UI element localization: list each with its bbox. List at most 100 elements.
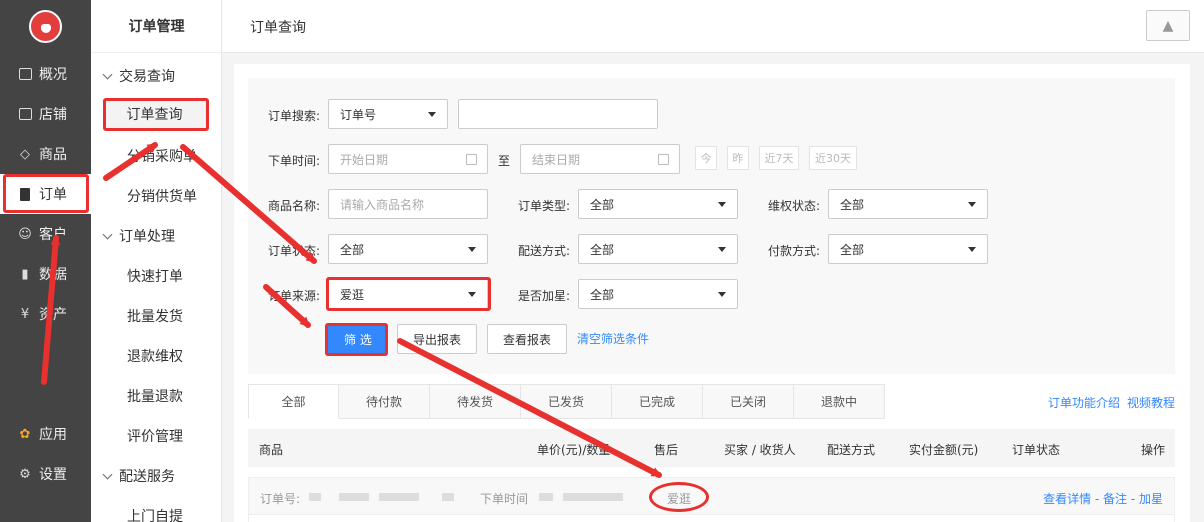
- order-type-select[interactable]: 全部: [578, 189, 738, 219]
- caret-down-icon: [968, 202, 976, 207]
- tab-shipped[interactable]: 已发货: [521, 384, 612, 419]
- tab-all[interactable]: 全部: [248, 384, 339, 419]
- logo-icon[interactable]: [29, 10, 62, 43]
- chevron-down-icon: [102, 469, 113, 479]
- sidebar-item-data[interactable]: ▮ 数据: [0, 254, 91, 294]
- redacted-order-no: [309, 493, 321, 501]
- col-goods: 商品: [259, 443, 284, 457]
- subnav-item-dist-supply[interactable]: 分销供货单: [127, 186, 197, 206]
- source-label: 订单来源:: [268, 289, 321, 303]
- main-sidebar: 概况 店铺 ◇ 商品 订单 ☺ 客户 ▮ 数据 ¥ 资产 ✿ 应用 ⚙ 设置: [0, 0, 91, 522]
- sidebar-item-orders[interactable]: 订单: [0, 174, 91, 214]
- type-label: 订单类型:: [518, 199, 571, 213]
- subnav-group-delivery[interactable]: 配送服务: [102, 466, 175, 486]
- order-no-label: 订单号:: [260, 492, 301, 506]
- time-label: 下单时间:: [268, 154, 321, 168]
- sidebar-item-goods[interactable]: ◇ 商品: [0, 134, 91, 174]
- redacted-order-no: [442, 493, 454, 501]
- tab-completed[interactable]: 已完成: [612, 384, 703, 419]
- subnav-item-reviews[interactable]: 评价管理: [127, 426, 183, 446]
- video-tutorial-link[interactable]: 视频教程: [1127, 394, 1175, 411]
- store-icon: [17, 106, 33, 122]
- search-type-select[interactable]: 订单号: [328, 99, 448, 129]
- view-report-button[interactable]: 查看报表: [487, 324, 567, 354]
- subnav-item-dist-purchase[interactable]: 分销采购单: [127, 146, 197, 166]
- table-row: 订单号: 下单时间 爱逛 查看详情 - 备注 - 加星: [248, 477, 1175, 515]
- sidebar-item-assets[interactable]: ¥ 资产: [0, 294, 91, 334]
- main-content: 订单搜索: 订单号 下单时间: 开始日期 至 结束日期 今 昨 近7天 近30天…: [234, 64, 1190, 522]
- tag-icon: ◇: [20, 146, 30, 162]
- rights-label: 维权状态:: [768, 199, 821, 213]
- subnav-group-trade[interactable]: 交易查询: [102, 66, 175, 86]
- end-date-input[interactable]: 结束日期: [520, 144, 680, 174]
- quick-yesterday[interactable]: 昨: [727, 146, 749, 170]
- redacted-order-no: [379, 493, 419, 501]
- subnav-item-quick-print[interactable]: 快速打单: [127, 266, 183, 286]
- order-time-label: 下单时间: [480, 492, 529, 506]
- payment-select[interactable]: 全部: [828, 234, 988, 264]
- filter-button[interactable]: 筛 选: [328, 324, 388, 354]
- redacted-time: [539, 493, 553, 501]
- document-icon: [17, 186, 33, 202]
- subnav-item-pickup[interactable]: 上门自提: [127, 506, 183, 522]
- status-label: 订单状态:: [268, 244, 321, 258]
- yen-icon: ¥: [20, 306, 30, 322]
- chevron-down-icon: [102, 69, 113, 79]
- col-status: 订单状态: [1012, 443, 1061, 457]
- search-input[interactable]: [458, 99, 658, 129]
- row-actions[interactable]: 查看详情 - 备注 - 加星: [1043, 490, 1163, 507]
- col-buyer: 买家 / 收货人: [724, 443, 796, 457]
- order-source-select[interactable]: 爱逛: [328, 279, 488, 309]
- rights-status-select[interactable]: 全部: [828, 189, 988, 219]
- page-header: 订单查询 ▲: [222, 0, 1204, 53]
- sidebar-item-settings[interactable]: ⚙ 设置: [0, 454, 91, 494]
- subnav-group-process[interactable]: 订单处理: [102, 226, 175, 246]
- col-price-qty: 单价(元)/数量: [537, 443, 611, 457]
- goods-name-input[interactable]: 请输入商品名称: [328, 189, 488, 219]
- gear-icon: ⚙: [19, 466, 31, 482]
- subnav-item-batch-refund[interactable]: 批量退款: [127, 386, 183, 406]
- tab-pending-payment[interactable]: 待付款: [339, 384, 430, 419]
- subnav-item-refund-rights[interactable]: 退款维权: [127, 346, 183, 366]
- caret-down-icon: [968, 247, 976, 252]
- col-after-sale: 售后: [654, 443, 679, 457]
- caret-down-icon: [428, 112, 436, 117]
- sidebar-item-store[interactable]: 店铺: [0, 94, 91, 134]
- caret-down-icon: [468, 247, 476, 252]
- col-paid: 实付金额(元): [909, 443, 979, 457]
- col-delivery: 配送方式: [827, 443, 876, 457]
- order-tabs: 全部 待付款 待发货 已发货 已完成 已关闭 退款中: [248, 384, 885, 419]
- subnav-item-batch-ship[interactable]: 批量发货: [127, 306, 183, 326]
- monitor-icon: [17, 66, 33, 82]
- clear-filter-link[interactable]: 清空筛选条件: [577, 330, 649, 347]
- row-detail: [248, 515, 1175, 522]
- subnav-title: 订单管理: [91, 0, 222, 53]
- sidebar-item-overview[interactable]: 概况: [0, 54, 91, 94]
- quick-30days[interactable]: 近30天: [809, 146, 857, 170]
- pay-label: 付款方式:: [768, 244, 821, 258]
- chevron-down-icon: [102, 229, 113, 239]
- tab-closed[interactable]: 已关闭: [703, 384, 794, 419]
- export-button[interactable]: 导出报表: [397, 324, 477, 354]
- sidebar-item-customers[interactable]: ☺ 客户: [0, 214, 91, 254]
- bar-chart-icon: ▮: [21, 266, 29, 282]
- order-status-select[interactable]: 全部: [328, 234, 488, 264]
- start-date-input[interactable]: 开始日期: [328, 144, 488, 174]
- delivery-select[interactable]: 全部: [578, 234, 738, 264]
- graduation-cap-icon[interactable]: ▲: [1146, 10, 1190, 41]
- star-label: 是否加星:: [518, 289, 571, 303]
- tab-links: 订单功能介绍 视频教程: [1048, 394, 1175, 411]
- tab-refunding[interactable]: 退款中: [794, 384, 885, 419]
- order-intro-link[interactable]: 订单功能介绍: [1048, 394, 1120, 411]
- tab-pending-shipment[interactable]: 待发货: [430, 384, 521, 419]
- quick-today[interactable]: 今: [695, 146, 717, 170]
- star-select[interactable]: 全部: [578, 279, 738, 309]
- sidebar-item-apps[interactable]: ✿ 应用: [0, 414, 91, 454]
- quick-7days[interactable]: 近7天: [759, 146, 799, 170]
- caret-down-icon: [468, 292, 476, 297]
- caret-down-icon: [718, 247, 726, 252]
- order-source: 爱逛: [667, 492, 692, 506]
- col-actions: 操作: [1141, 443, 1166, 457]
- subnav-item-order-query[interactable]: 订单查询: [103, 99, 206, 129]
- page-title: 订单查询: [250, 20, 306, 36]
